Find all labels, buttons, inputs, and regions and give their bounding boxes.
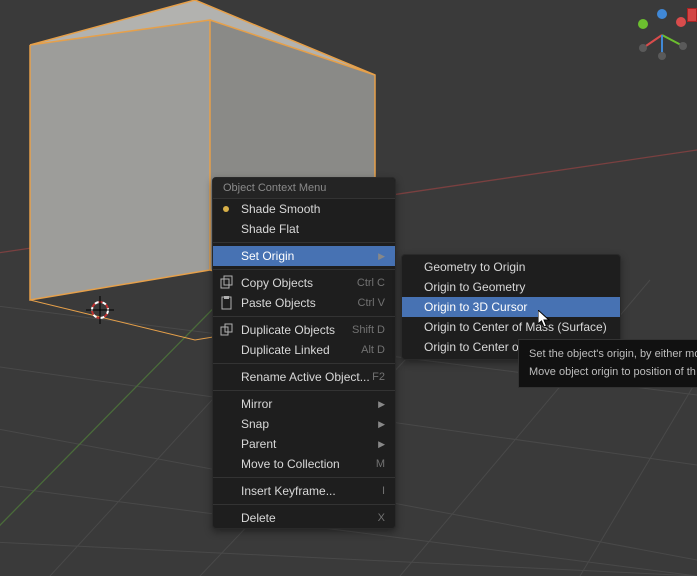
- menu-shade-smooth[interactable]: Shade Smooth: [213, 199, 395, 219]
- menu-delete[interactable]: Delete X: [213, 508, 395, 528]
- menu-copy-objects[interactable]: Copy Objects Ctrl C: [213, 273, 395, 293]
- separator: [213, 477, 395, 478]
- menu-mirror[interactable]: Mirror ▶: [213, 394, 395, 414]
- menu-duplicate-objects[interactable]: Duplicate Objects Shift D: [213, 320, 395, 340]
- close-icon[interactable]: [687, 8, 697, 22]
- tooltip-line1: Set the object's origin, by either mo: [529, 346, 697, 364]
- object-context-menu: Object Context Menu Shade Smooth Shade F…: [212, 177, 396, 529]
- menu-snap[interactable]: Snap ▶: [213, 414, 395, 434]
- menu-rename-active[interactable]: Rename Active Object... F2: [213, 367, 395, 387]
- tooltip-line2: Move object origin to position of th: [529, 364, 697, 382]
- submenu-arrow-icon: ▶: [378, 419, 385, 430]
- mouse-cursor-icon: [538, 310, 552, 328]
- separator: [213, 242, 395, 243]
- duplicate-icon: [219, 322, 235, 338]
- separator: [213, 390, 395, 391]
- menu-paste-objects[interactable]: Paste Objects Ctrl V: [213, 293, 395, 313]
- navigation-gizmo[interactable]: [635, 8, 689, 62]
- submenu-arrow-icon: ▶: [378, 251, 385, 262]
- menu-title: Object Context Menu: [213, 178, 395, 199]
- menu-shade-flat[interactable]: Shade Flat: [213, 219, 395, 239]
- submenu-origin-com-surface[interactable]: Origin to Center of Mass (Surface): [402, 317, 620, 337]
- menu-move-to-collection[interactable]: Move to Collection M: [213, 454, 395, 474]
- submenu-origin-to-3d-cursor[interactable]: Origin to 3D Cursor: [402, 297, 620, 317]
- separator: [213, 363, 395, 364]
- submenu-arrow-icon: ▶: [378, 399, 385, 410]
- paste-icon: [219, 295, 235, 311]
- separator: [213, 504, 395, 505]
- separator: [213, 316, 395, 317]
- submenu-geometry-to-origin[interactable]: Geometry to Origin: [402, 257, 620, 277]
- menu-insert-keyframe[interactable]: Insert Keyframe... I: [213, 481, 395, 501]
- submenu-origin-to-geometry[interactable]: Origin to Geometry: [402, 277, 620, 297]
- tooltip: Set the object's origin, by either mo Mo…: [518, 339, 697, 388]
- copy-icon: [219, 275, 235, 291]
- submenu-arrow-icon: ▶: [378, 439, 385, 450]
- menu-parent[interactable]: Parent ▶: [213, 434, 395, 454]
- separator: [213, 269, 395, 270]
- menu-set-origin[interactable]: Set Origin ▶: [213, 246, 395, 266]
- radio-dot-icon: [223, 206, 229, 212]
- menu-duplicate-linked[interactable]: Duplicate Linked Alt D: [213, 340, 395, 360]
